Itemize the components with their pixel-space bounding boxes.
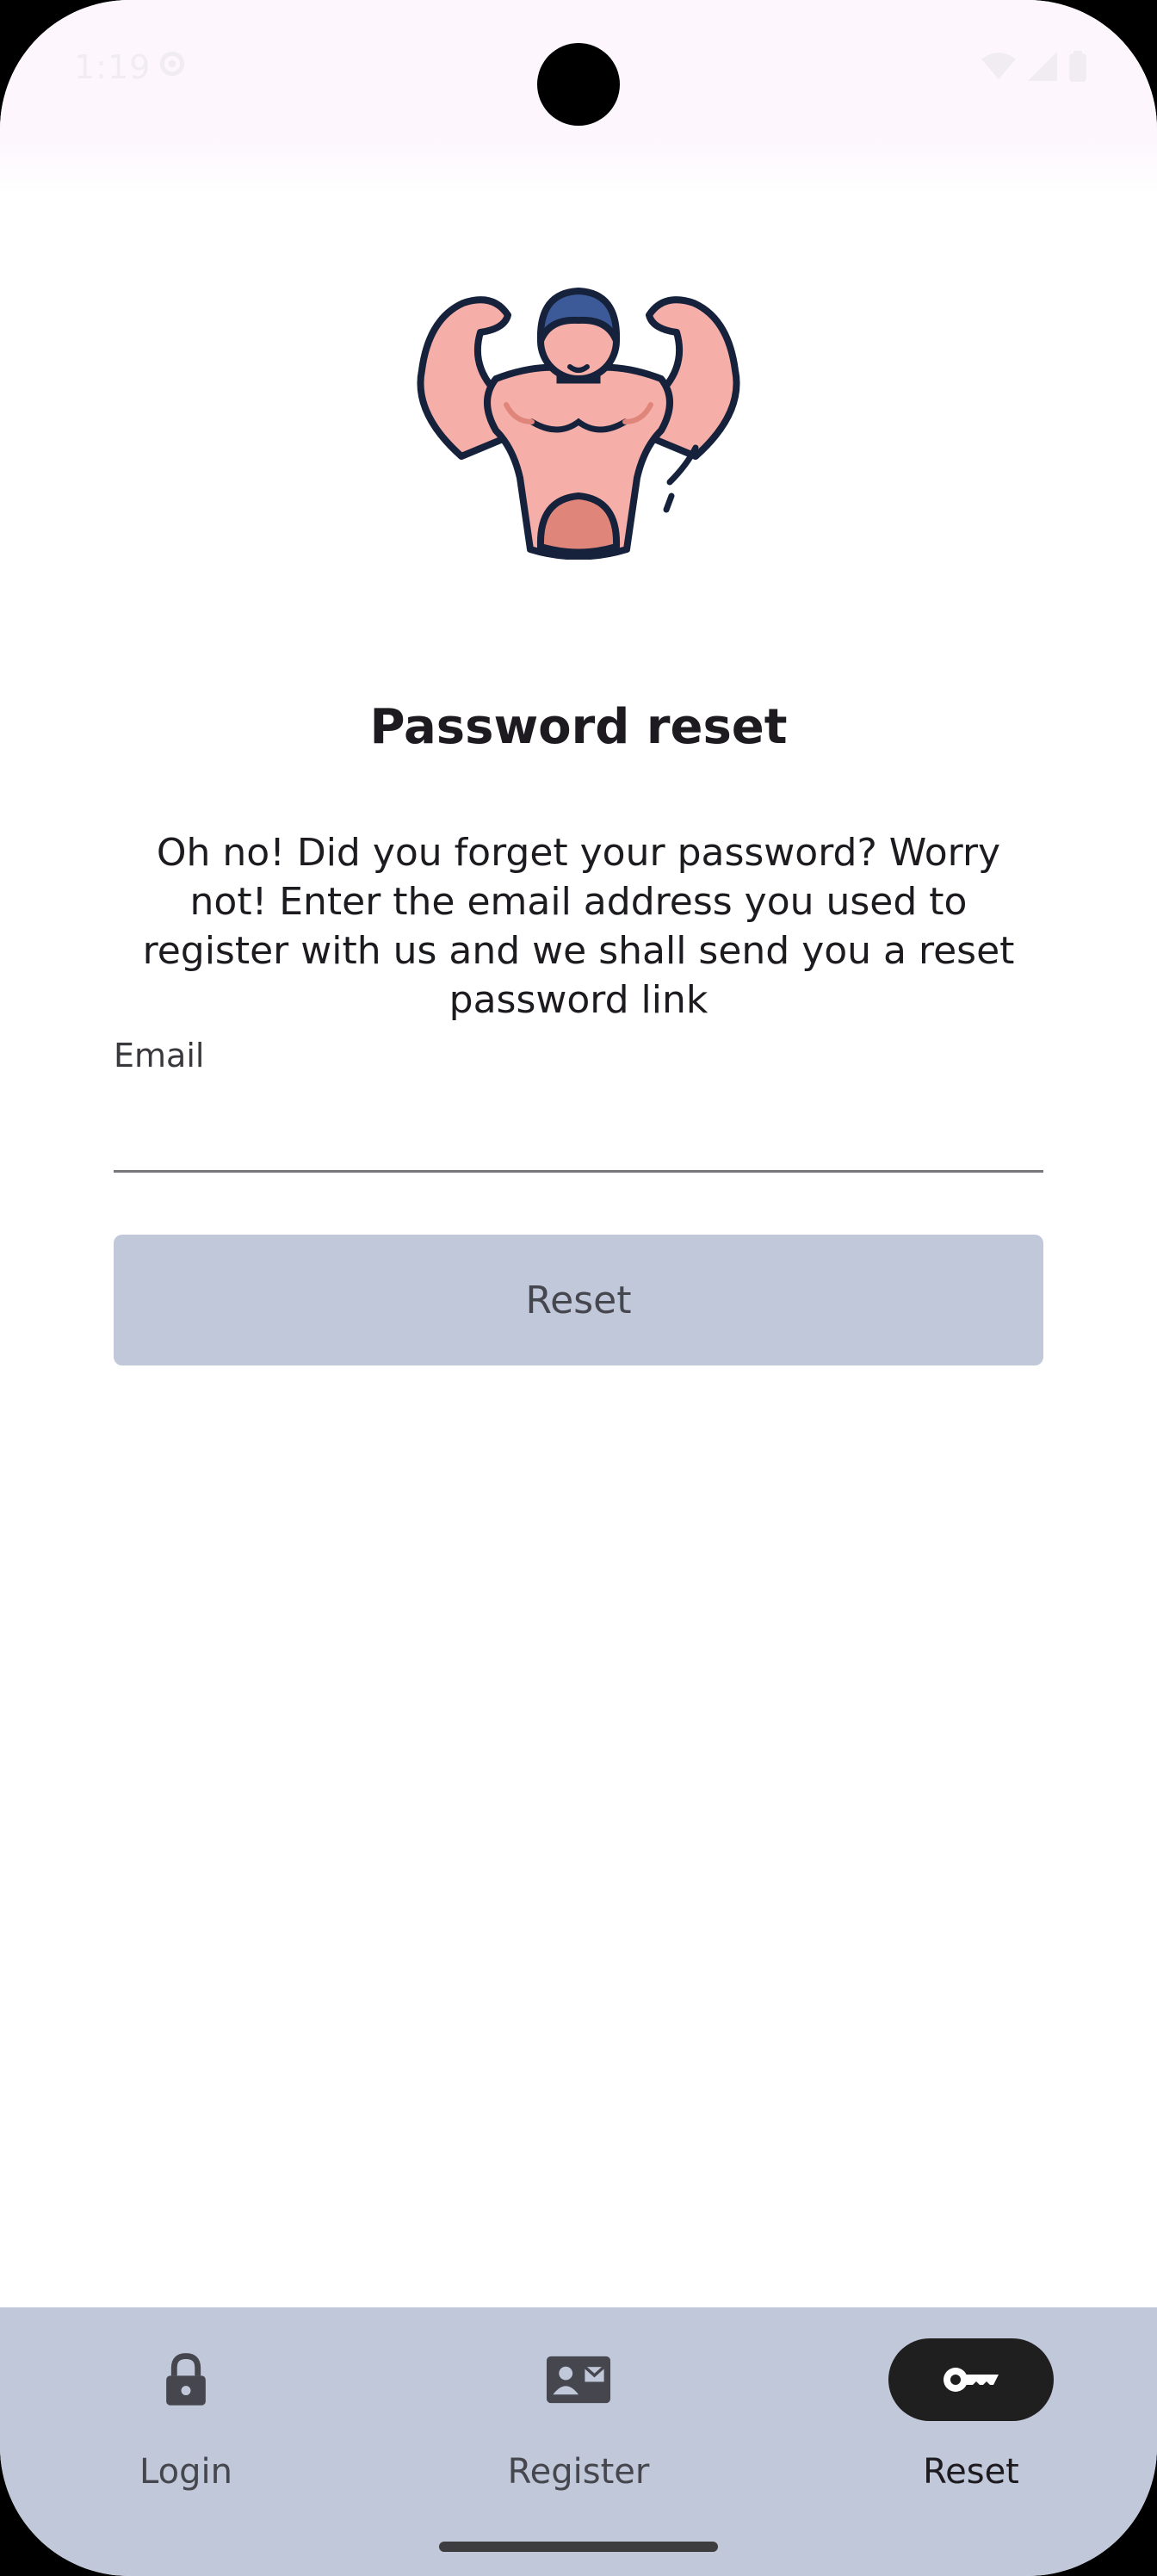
wifi-icon [981, 53, 1016, 79]
reset-description: Oh no! Did you forget your password? Wor… [142, 831, 1015, 1022]
nav-label-reset: Reset [923, 2452, 1019, 2492]
settings-status-icon [159, 51, 185, 77]
home-indicator[interactable] [439, 2542, 718, 2552]
lock-icon [166, 2353, 206, 2406]
status-bar-fade [0, 142, 1157, 194]
reset-button[interactable]: Reset [114, 1235, 1043, 1365]
email-field[interactable] [114, 1087, 1043, 1171]
status-bar: 1:19 [0, 0, 1157, 142]
nav-item-register[interactable]: Register [449, 2307, 708, 2514]
contact-card-icon [547, 2356, 610, 2404]
key-icon [944, 2368, 999, 2392]
page-title: Password reset [369, 699, 788, 755]
status-time: 1:19 [74, 48, 152, 86]
nav-label-register: Register [507, 2452, 650, 2492]
status-icons [981, 50, 1086, 83]
email-label: Email [114, 1037, 205, 1074]
nav-label-login: Login [139, 2452, 232, 2492]
bottom-navigation: Login Register Reset [0, 2307, 1157, 2576]
nav-item-login[interactable]: Login [57, 2307, 315, 2514]
front-camera [537, 43, 620, 126]
nav-register-icon-container [496, 2338, 661, 2421]
battery-icon [1069, 51, 1086, 82]
app-screen: 1:19 Password reset Oh no! Did you forge… [0, 0, 1157, 2576]
email-underline [114, 1170, 1043, 1173]
bodybuilder-logo [417, 288, 740, 560]
signal-icon [1028, 52, 1057, 81]
nav-reset-icon-container [888, 2338, 1054, 2421]
nav-login-icon-container [103, 2338, 269, 2421]
nav-item-reset[interactable]: Reset [842, 2307, 1100, 2514]
